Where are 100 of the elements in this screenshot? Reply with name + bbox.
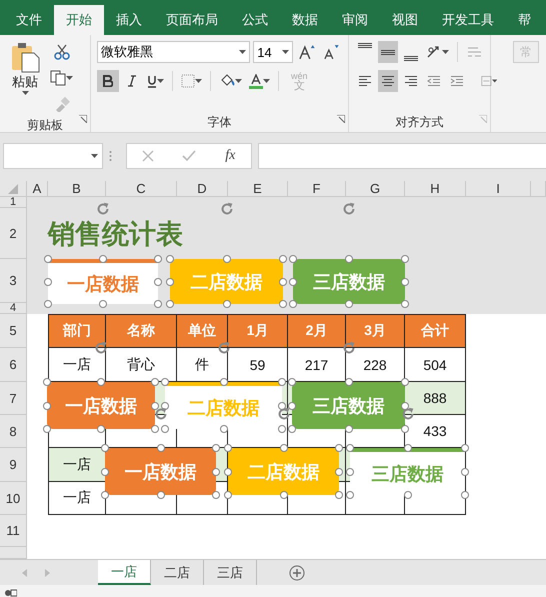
row-header[interactable]: 7 — [0, 382, 27, 415]
font-color-icon — [249, 74, 263, 88]
column-header[interactable]: C — [106, 181, 177, 197]
scroll-right-icon — [45, 568, 50, 576]
row-header[interactable]: 1 — [0, 197, 27, 208]
column-heading: 部门 — [48, 314, 106, 348]
grow-font-icon — [298, 44, 316, 60]
row-header[interactable]: 4 — [0, 303, 27, 314]
rotate-handle-icon[interactable] — [276, 406, 292, 422]
wrap-text-icon — [467, 45, 481, 59]
row-header[interactable]: 6 — [0, 348, 27, 382]
dialog-launcher-icon — [79, 115, 87, 123]
caret-icon — [239, 50, 246, 54]
ribbon-tab[interactable]: 插入 — [104, 5, 154, 35]
clipboard-icon — [10, 41, 40, 73]
caret-icon — [282, 50, 289, 54]
rotate-handle-icon[interactable] — [152, 406, 168, 422]
ribbon-tab[interactable]: 数据 — [280, 5, 330, 35]
sheet-tab[interactable]: 一店 — [98, 560, 151, 585]
row-header[interactable]: 11 — [0, 515, 27, 547]
column-header[interactable]: I — [466, 181, 531, 197]
row-header[interactable]: 8 — [0, 415, 27, 448]
column-heading: 合计 — [405, 314, 466, 348]
rotate-handle-icon[interactable] — [218, 201, 234, 217]
resize-handle[interactable] — [461, 444, 469, 452]
borders-icon — [181, 74, 195, 88]
column-header[interactable]: F — [288, 181, 346, 197]
column-heading: 名称 — [106, 314, 177, 348]
rotate-handle-icon[interactable] — [340, 340, 356, 356]
caret-icon — [22, 91, 28, 95]
group-label: 剪贴板 — [26, 117, 64, 134]
column-header[interactable]: G — [346, 181, 405, 197]
paint-bucket-icon — [219, 74, 235, 88]
row-header[interactable]: 2 — [0, 208, 27, 259]
caret-icon — [263, 79, 270, 83]
ribbon-tab[interactable]: 视图 — [380, 5, 430, 35]
row-header[interactable]: 9 — [0, 448, 27, 482]
align-right-icon — [404, 75, 418, 87]
dialog-launcher-icon — [479, 115, 487, 123]
ribbon-tab[interactable]: 文件 — [4, 5, 54, 35]
rotate-handle-icon[interactable] — [93, 340, 109, 356]
ribbon-tab[interactable]: 公式 — [230, 5, 280, 35]
caret-icon — [157, 79, 164, 83]
paste-button[interactable]: 粘贴 — [6, 41, 44, 115]
column-heading: 1月 — [228, 314, 288, 348]
checkmark-icon — [182, 150, 196, 162]
row-header[interactable]: 3 — [0, 259, 27, 303]
rotate-handle-icon[interactable] — [400, 406, 416, 422]
column-heading: 单位 — [177, 314, 228, 348]
bold-icon — [103, 75, 113, 87]
plus-circle-icon — [289, 564, 305, 580]
ribbon-tab[interactable]: 审阅 — [330, 5, 380, 35]
column-header[interactable]: H — [405, 181, 466, 197]
grip-icon — [109, 150, 112, 162]
font-name-field[interactable]: 微软雅黑 — [97, 41, 250, 63]
caret-icon — [91, 154, 98, 158]
ribbon-tab[interactable]: 页面布局 — [154, 5, 230, 35]
align-top-icon — [358, 43, 372, 48]
caret-icon — [442, 50, 449, 54]
rotate-handle-icon[interactable] — [341, 201, 357, 217]
insert-function-button[interactable]: fx — [220, 145, 240, 167]
font-size-field[interactable]: 14 — [253, 41, 293, 63]
macro-record-icon — [5, 588, 17, 596]
caret-icon — [235, 79, 242, 83]
ribbon-tab[interactable]: 帮 — [506, 5, 543, 35]
rotate-handle-icon[interactable] — [95, 201, 111, 217]
horizontal-align-button[interactable] — [378, 70, 398, 92]
close-icon — [142, 150, 154, 162]
column-heading: 3月 — [346, 314, 405, 348]
scissors-icon — [54, 44, 70, 60]
ribbon-tab[interactable]: 开发工具 — [430, 5, 506, 35]
column-header[interactable]: A — [27, 181, 48, 197]
group-label: 对齐方式 — [394, 114, 444, 131]
formula-input[interactable] — [258, 143, 546, 169]
ribbon-tab[interactable]: 开始 — [54, 5, 104, 35]
column-header[interactable]: E — [228, 181, 288, 197]
column-header[interactable]: B — [48, 181, 106, 197]
decrease-indent-icon — [427, 75, 441, 87]
column-header[interactable]: D — [177, 181, 228, 197]
rotate-handle-icon[interactable] — [216, 340, 232, 356]
vertical-align-button[interactable] — [378, 41, 398, 63]
copy-icon — [50, 70, 66, 86]
row-header[interactable]: 5 — [0, 314, 27, 348]
dialog-launcher-icon — [337, 115, 345, 123]
resize-handle[interactable] — [43, 402, 51, 410]
align-center-icon — [381, 75, 395, 87]
bold-button[interactable] — [97, 70, 119, 92]
caret-icon — [66, 76, 73, 80]
italic-icon — [127, 75, 137, 87]
group-label: 字体 — [206, 114, 232, 131]
caret-icon — [195, 79, 202, 83]
underline-icon — [147, 74, 157, 88]
resize-handle[interactable] — [43, 425, 51, 433]
row-header[interactable]: 10 — [0, 482, 27, 515]
align-bottom-icon — [404, 56, 418, 61]
scroll-left-icon — [22, 568, 27, 576]
resize-handle[interactable] — [461, 491, 469, 499]
shrink-font-icon — [322, 44, 340, 60]
brush-icon — [54, 96, 70, 112]
resize-handle[interactable] — [43, 378, 51, 386]
